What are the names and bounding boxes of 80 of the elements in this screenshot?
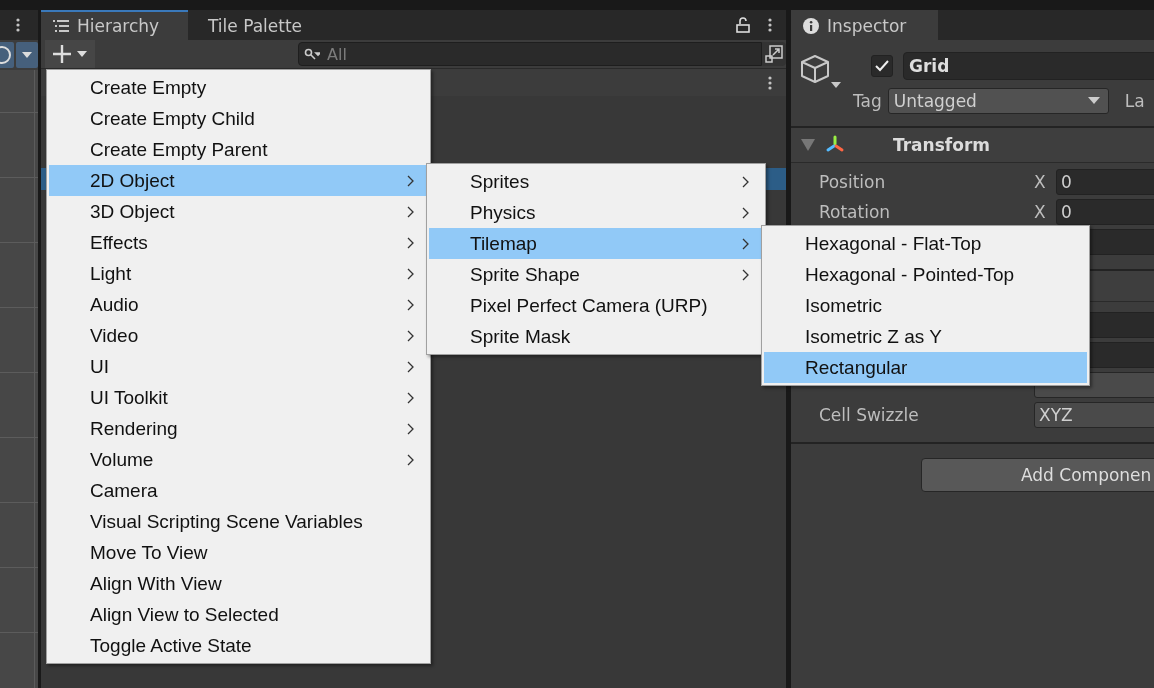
chevron-icon: [407, 360, 414, 373]
chevron-icon: [742, 175, 749, 188]
panel-tab[interactable]: Hierarchy: [41, 10, 188, 40]
chevron-icon: [407, 205, 414, 218]
foldout-icon[interactable]: [801, 139, 815, 151]
gizmo-button[interactable]: [0, 42, 14, 68]
add-component-button[interactable]: Add Componen: [921, 458, 1154, 492]
value-field[interactable]: 0: [1056, 199, 1154, 225]
add-button[interactable]: [45, 40, 95, 68]
menu-item[interactable]: Create Empty Parent: [49, 134, 428, 165]
menu-item[interactable]: Create Empty: [49, 72, 428, 103]
more-icon[interactable]: [16, 18, 20, 32]
tag-label: Tag: [853, 91, 882, 111]
menu-item[interactable]: Audio: [49, 289, 428, 320]
plus-icon: [53, 45, 87, 63]
menu-item[interactable]: Sprite Shape: [429, 259, 763, 290]
chevron-icon: [407, 422, 414, 435]
name-field[interactable]: Grid: [903, 52, 1154, 80]
more-icon[interactable]: [768, 18, 772, 32]
menu-item[interactable]: Rendering: [49, 413, 428, 444]
maximize-icon: [765, 45, 783, 63]
menu-item[interactable]: Rectangular: [764, 352, 1087, 383]
menu-item[interactable]: Physics: [429, 197, 763, 228]
chevron-icon: [742, 206, 749, 219]
tag-dropdown[interactable]: Untagged: [887, 88, 1109, 114]
chevron-icon: [407, 174, 414, 187]
chevron-icon: [407, 453, 414, 466]
maximize-button[interactable]: [762, 42, 786, 66]
chevron-icon: [407, 236, 414, 249]
menu-item[interactable]: Volume: [49, 444, 428, 475]
menu-item[interactable]: Hexagonal - Pointed-Top: [764, 259, 1087, 290]
list-icon: [53, 20, 69, 32]
axis-label: X: [1034, 172, 1047, 192]
layer-label: La: [1124, 91, 1145, 111]
dropdown-field[interactable]: XYZ: [1034, 402, 1154, 428]
gizmo-icon: [0, 45, 14, 65]
search-field[interactable]: All: [298, 42, 762, 66]
menu-item[interactable]: Move To View: [49, 537, 428, 568]
menu-item[interactable]: Align View to Selected: [49, 599, 428, 630]
lock-icon[interactable]: [736, 17, 750, 33]
cube-icon[interactable]: [799, 54, 843, 90]
menu-item[interactable]: Sprite Mask: [429, 321, 763, 352]
chevron-icon: [407, 391, 414, 404]
dropdown-button[interactable]: [16, 42, 38, 68]
property-label: Position: [819, 172, 887, 192]
menu-item[interactable]: Camera: [49, 475, 428, 506]
chevron-icon: [742, 237, 749, 250]
menu-item[interactable]: Align With View: [49, 568, 428, 599]
check-icon: [875, 60, 889, 72]
menu-item[interactable]: Toggle Active State: [49, 630, 428, 661]
menu-item[interactable]: Isometric: [764, 290, 1087, 321]
menu-item[interactable]: Create Empty Child: [49, 103, 428, 134]
menu-item[interactable]: Video: [49, 320, 428, 351]
menu-item[interactable]: UI Toolkit: [49, 382, 428, 413]
info-icon: [803, 18, 819, 34]
menu-item[interactable]: 3D Object: [49, 196, 428, 227]
menu-item[interactable]: Tilemap: [429, 228, 763, 259]
active-checkbox[interactable]: [871, 55, 893, 77]
menu-item[interactable]: Pixel Perfect Camera (URP): [429, 290, 763, 321]
menu-item[interactable]: Effects: [49, 227, 428, 258]
menu-item[interactable]: Isometric Z as Y: [764, 321, 1087, 352]
value-field[interactable]: 0: [1056, 169, 1154, 195]
menu-item[interactable]: Visual Scripting Scene Variables: [49, 506, 428, 537]
menu-item[interactable]: 2D Object: [49, 165, 428, 196]
caret-icon: [21, 51, 33, 59]
chevron-icon: [407, 298, 414, 311]
inspector-tab[interactable]: Inspector: [791, 10, 938, 40]
menu-item[interactable]: Light: [49, 258, 428, 289]
chevron-icon: [742, 268, 749, 281]
more-icon[interactable]: [768, 75, 772, 90]
menu-item[interactable]: Sprites: [429, 166, 763, 197]
panel-tab[interactable]: Tile Palette: [196, 12, 315, 40]
axis-label: X: [1034, 202, 1047, 222]
menu-item[interactable]: Hexagonal - Flat-Top: [764, 228, 1087, 259]
property-label: Rotation: [819, 202, 892, 222]
chevron-icon: [407, 267, 414, 280]
caret-icon: [1087, 97, 1100, 105]
menu-item[interactable]: UI: [49, 351, 428, 382]
chevron-icon: [407, 329, 414, 342]
property-label: Cell Swizzle: [819, 405, 920, 425]
